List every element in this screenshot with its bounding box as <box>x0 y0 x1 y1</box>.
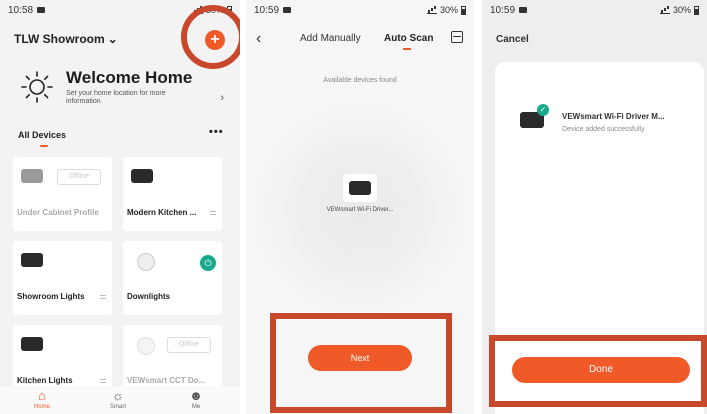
device-name: Under Cabinet Profile <box>17 208 99 217</box>
tab-label: Me <box>191 404 201 410</box>
device-card[interactable]: Modern Kitchen ... <box>123 157 222 231</box>
device-name: Showroom Lights <box>17 292 85 301</box>
smart-icon: ☼ <box>112 388 124 403</box>
welcome-title: Welcome Home <box>66 68 193 87</box>
device-options-icon[interactable] <box>100 379 106 383</box>
tab-underline <box>403 48 411 50</box>
status-bar: 10:59 30% <box>246 0 474 20</box>
added-status: Device added successfully <box>562 126 645 133</box>
device-card[interactable]: Offline Under Cabinet Profile <box>13 157 112 231</box>
offline-badge: Offline <box>57 169 101 185</box>
device-options-icon[interactable] <box>100 295 106 299</box>
home-selector[interactable]: TLW Showroom ⌄ <box>14 32 118 46</box>
offline-badge: Offline <box>167 337 211 353</box>
done-button[interactable]: Done <box>512 357 690 383</box>
message-icon <box>519 7 528 13</box>
found-device-name: VEWsmart Wi-Fi Driver... <box>326 207 394 213</box>
status-time: 10:59 <box>254 4 280 16</box>
cancel-button[interactable]: Cancel <box>496 34 529 45</box>
profile-icon: ☻ <box>189 388 203 403</box>
bottom-tab-bar: ⌂ Home ☼ Smart ☻ Me <box>0 386 240 414</box>
tab-label: Home <box>33 404 50 410</box>
more-icon[interactable]: ••• <box>209 126 224 138</box>
device-name: VEWsmart CCT Do... <box>127 376 206 385</box>
battery-level: 30% <box>439 5 458 15</box>
sun-icon <box>21 71 53 103</box>
welcome-subtitle: Set your home location for more informat… <box>66 90 166 105</box>
check-icon: ✓ <box>537 104 549 116</box>
back-chevron-icon[interactable]: ‹ <box>256 30 261 48</box>
tab-home[interactable]: ⌂ Home <box>22 388 62 410</box>
device-options-icon[interactable] <box>210 211 216 215</box>
welcome-banner[interactable]: Welcome Home Set your home location for … <box>0 58 240 118</box>
device-added-screen: 10:59 30% Cancel ✓ VEWsmart Wi-Fi Driver… <box>482 0 707 414</box>
found-label: Available devices found <box>323 77 397 84</box>
signal-icon <box>426 6 437 14</box>
power-icon[interactable]: ⏻ <box>200 255 216 271</box>
next-button[interactable]: Next <box>308 345 412 371</box>
device-image <box>137 253 155 271</box>
device-card[interactable]: Showroom Lights <box>13 241 112 315</box>
device-name: Modern Kitchen ... <box>127 208 197 217</box>
section-title: All Devices <box>18 130 67 140</box>
auto-scan-screen: 10:59 30% ‹ Add Manually Auto Scan Avail… <box>246 0 474 414</box>
battery-level: 30% <box>672 5 691 15</box>
device-name: Kitchen Lights <box>17 376 73 385</box>
device-image <box>21 337 43 351</box>
home-name: TLW Showroom <box>14 32 105 46</box>
tab-me[interactable]: ☻ Me <box>176 388 216 410</box>
home-icon: ⌂ <box>38 388 46 403</box>
tab-auto-scan[interactable]: Auto Scan <box>384 33 433 44</box>
section-underline <box>40 145 48 147</box>
signal-icon <box>659 6 670 14</box>
device-image <box>131 169 153 183</box>
device-image <box>137 337 155 355</box>
device-image <box>21 253 43 267</box>
added-device-name[interactable]: VEWsmart Wi-Fi Driver M... <box>562 112 665 121</box>
message-icon <box>283 7 292 13</box>
battery-icon <box>694 5 699 15</box>
home-screen: 10:58 30% TLW Showroom ⌄ + Welcome Home … <box>0 0 240 414</box>
tab-smart[interactable]: ☼ Smart <box>98 388 138 410</box>
chevron-right-icon: › <box>220 92 224 104</box>
tab-label: Smart <box>109 404 126 410</box>
status-bar: 10:59 30% <box>482 0 707 20</box>
message-icon <box>37 7 46 13</box>
status-time: 10:58 <box>8 4 34 16</box>
device-image <box>21 169 43 183</box>
status-time: 10:59 <box>490 4 516 16</box>
scan-icon[interactable] <box>451 31 463 43</box>
device-card[interactable]: ⏻ Downlights <box>123 241 222 315</box>
battery-icon <box>461 5 466 15</box>
chevron-down-icon: ⌄ <box>107 32 118 46</box>
tab-add-manually[interactable]: Add Manually <box>300 33 361 44</box>
found-device-icon[interactable] <box>343 174 377 202</box>
device-name: Downlights <box>127 292 171 301</box>
